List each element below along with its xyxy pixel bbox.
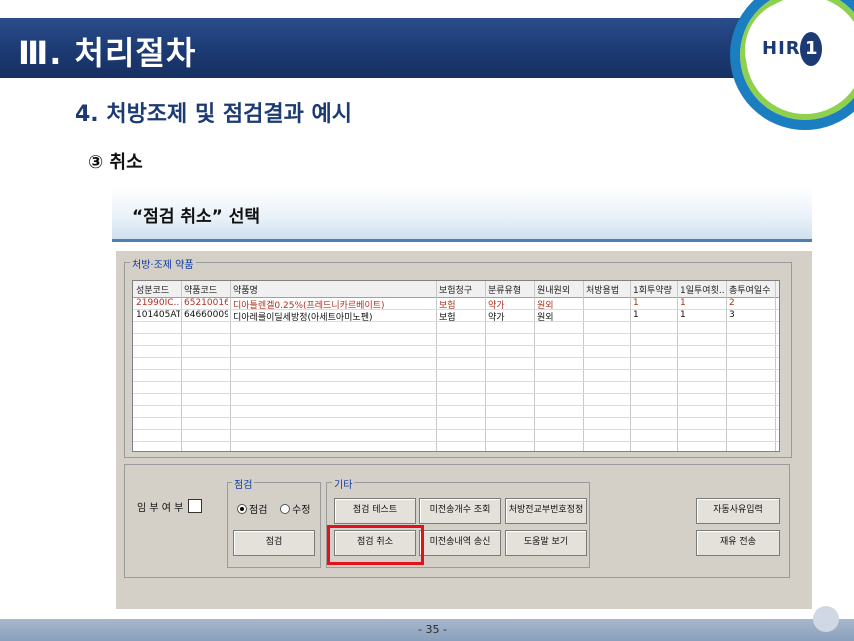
cancel-check-highlight xyxy=(327,525,424,565)
check-test-button[interactable]: 점검 테스트 xyxy=(334,498,416,524)
col-header: 처방용법 xyxy=(586,286,620,296)
table-cell: 1 xyxy=(680,298,686,308)
table-cell: 1 xyxy=(680,310,686,320)
check-group-label: 점검 xyxy=(232,476,255,491)
etc-group-label: 기타 xyxy=(332,476,355,491)
prescription-group-label: 처방·조제 약품 xyxy=(130,256,196,271)
check-button[interactable]: 점검 xyxy=(233,530,315,556)
instruction-text: “점검 취소” 선택 xyxy=(132,207,261,227)
radio-check-label: 점검 xyxy=(249,505,268,516)
resend-button[interactable]: 재유 전송 xyxy=(696,530,780,556)
col-header: 분류유형 xyxy=(488,286,522,296)
table-cell: 원외 xyxy=(537,313,554,323)
table-cell: 21990IC... xyxy=(136,298,180,308)
footer-circle xyxy=(813,606,839,632)
auto-reason-button[interactable]: 자동사유입력 xyxy=(696,498,780,524)
table-cell: 101405ATR xyxy=(136,310,180,320)
drug-table: 성분코드 약품코드 약품명 보험청구 분류유형 원내원외 처방용법 1회투약량 … xyxy=(132,280,780,452)
table-cell: 1 xyxy=(633,298,639,308)
prior-send-button[interactable]: 미전송내역 송신 xyxy=(419,530,501,556)
title-bar: Ⅲ. 처리절차 xyxy=(0,18,790,78)
col-header: 총투여일수 xyxy=(729,286,771,296)
table-cell: 디아레를이딜세방정(아세트아미노펜) xyxy=(233,313,373,323)
radio-check[interactable] xyxy=(237,504,247,514)
page-title: Ⅲ. 처리절차 xyxy=(18,34,197,72)
section-heading: 4. 처방조제 및 점검결과 예시 xyxy=(75,102,352,127)
table-row[interactable]: 21990IC... 652100160 디아틀렌겔0.25%(프레드니카르베이… xyxy=(133,298,779,311)
table-cell: 3 xyxy=(729,310,735,320)
step-heading: ③ 취소 xyxy=(88,152,143,173)
instruction-banner: “점검 취소” 선택 xyxy=(112,187,812,242)
self-pay-label: 임 부 여 부 xyxy=(137,503,184,514)
help-button[interactable]: 도움말 보기 xyxy=(505,530,587,556)
col-header: 1회투약량 xyxy=(633,286,672,296)
table-cell: 약가 xyxy=(488,313,505,323)
table-cell: 646600090 xyxy=(184,310,228,320)
table-cell: 보험 xyxy=(439,313,456,323)
rx-history-button[interactable]: 처방전교부번호정정 xyxy=(505,498,587,524)
table-cell: 652100160 xyxy=(184,298,228,308)
prior-count-button[interactable]: 미전송개수 조회 xyxy=(419,498,501,524)
col-header: 약품코드 xyxy=(184,286,218,296)
table-row[interactable]: 101405ATR 646600090 디아레를이딜세방정(아세트아미노펜) 보… xyxy=(133,310,779,323)
radio-edit-label: 수정 xyxy=(292,505,311,516)
col-header: 보험청구 xyxy=(439,286,473,296)
col-header: 1일투여횟... xyxy=(680,286,724,296)
radio-edit[interactable] xyxy=(280,504,290,514)
page-number: - 35 - xyxy=(418,623,447,636)
footer-bar: - 35 - xyxy=(0,619,854,641)
col-header: 성분코드 xyxy=(136,286,170,296)
logo-mark-icon: 1 xyxy=(800,32,822,66)
col-header: 원내원외 xyxy=(537,286,571,296)
self-pay-checkbox[interactable] xyxy=(188,499,202,513)
table-cell: 1 xyxy=(633,310,639,320)
col-header: 약품명 xyxy=(233,286,258,296)
table-cell: 2 xyxy=(729,298,735,308)
